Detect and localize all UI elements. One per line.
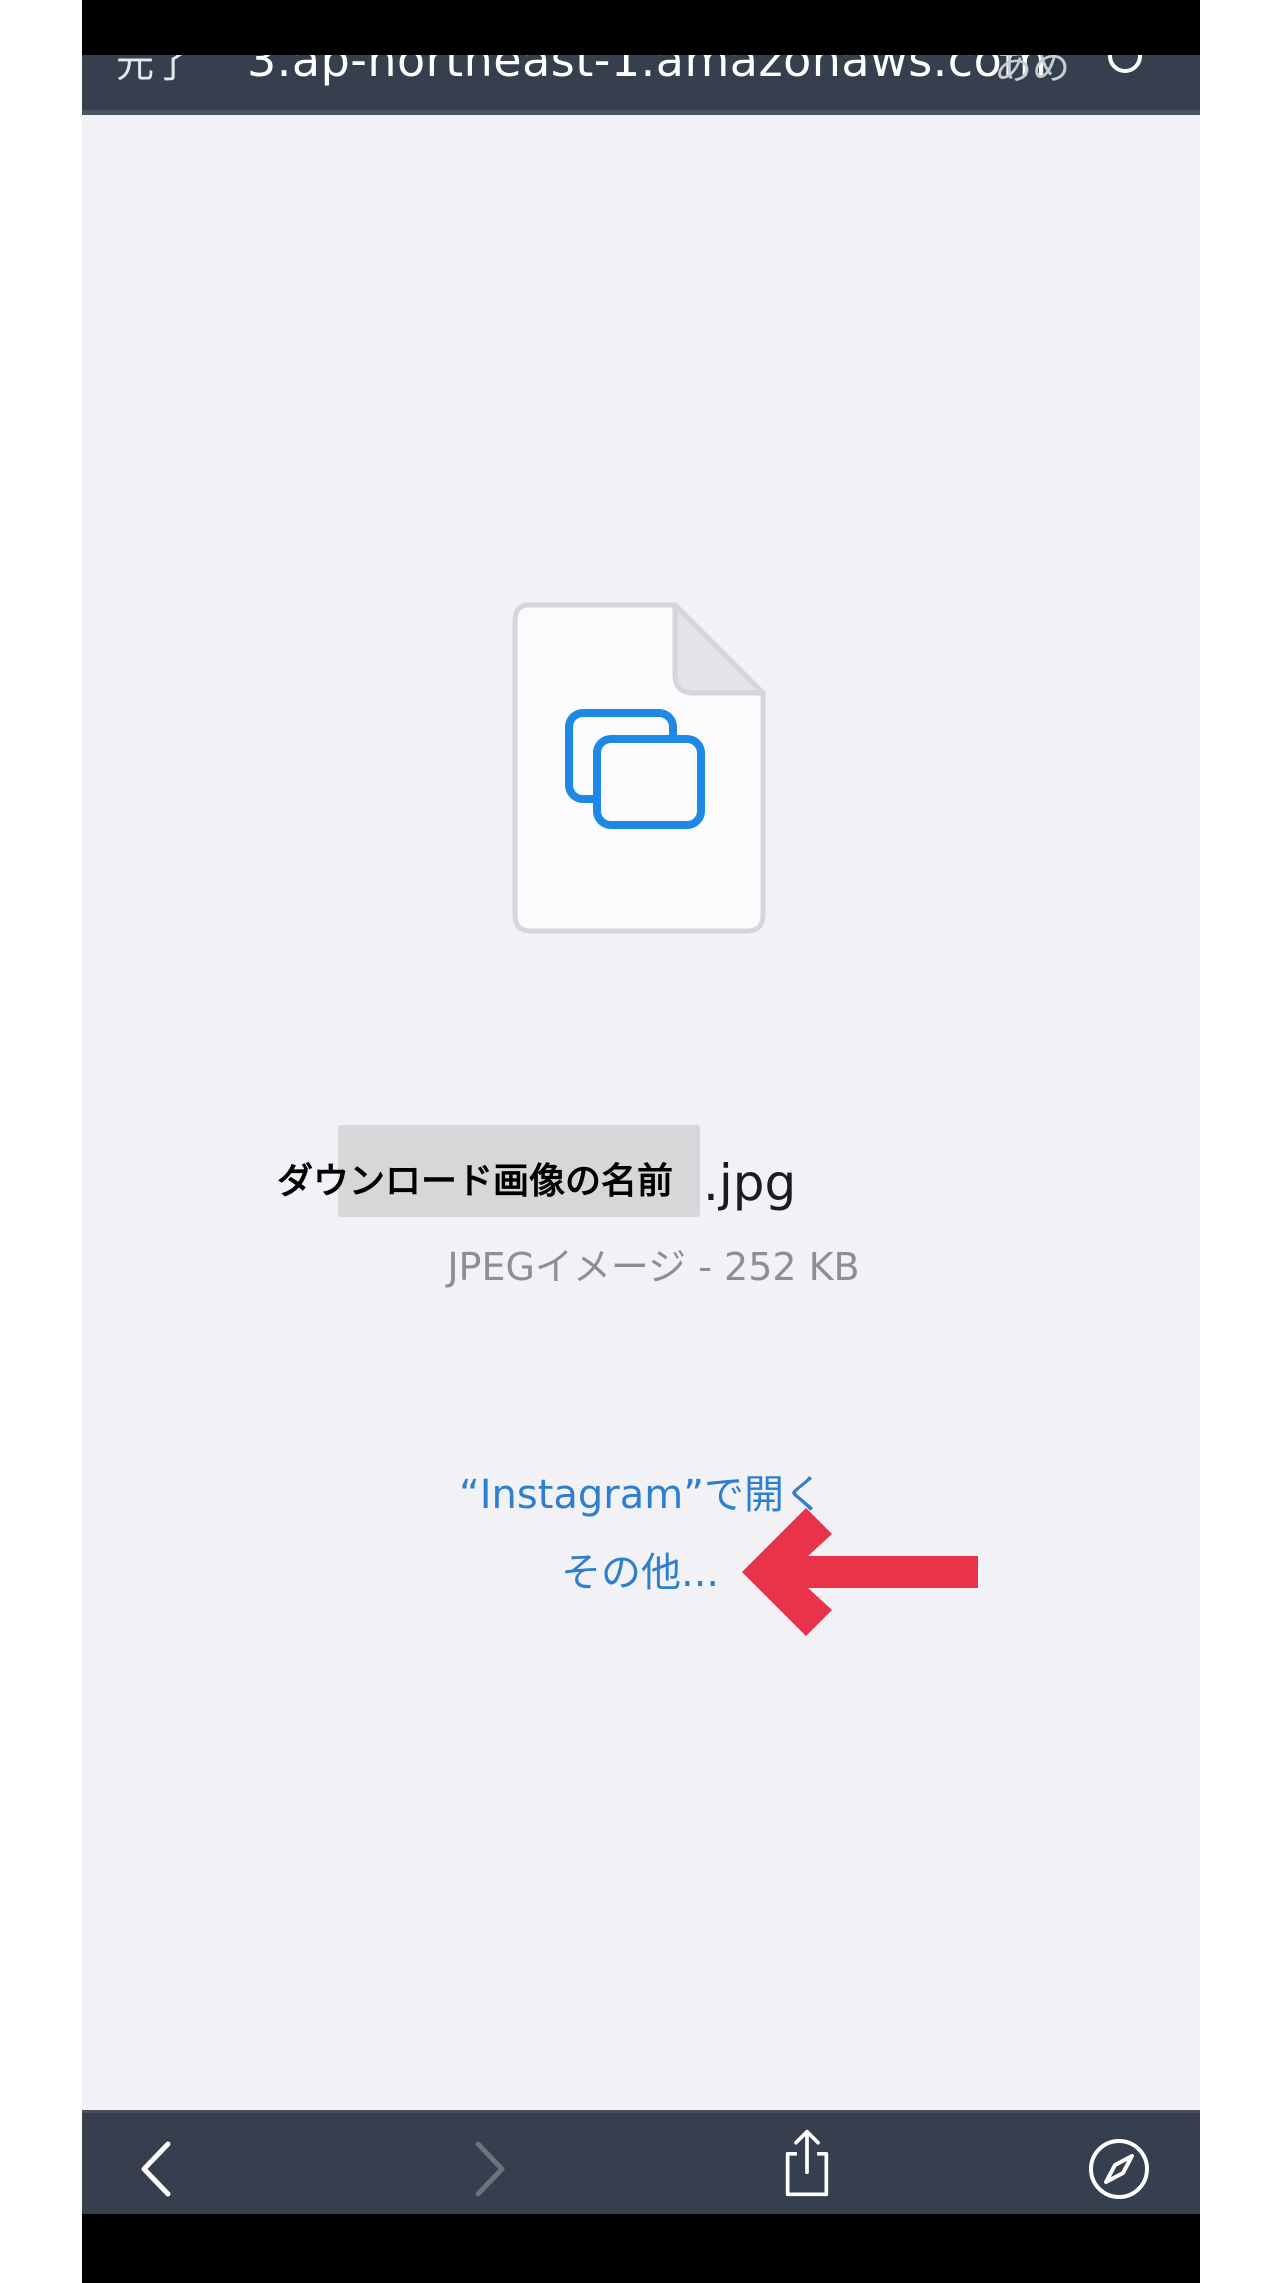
file-extension: .jpg — [703, 1154, 797, 1212]
chevron-left-icon[interactable] — [124, 2134, 194, 2204]
reader-button[interactable]: あめ — [994, 55, 1070, 90]
red-arrow-annotation — [742, 1508, 978, 1636]
more-options-button[interactable]: その他... — [561, 1540, 719, 1598]
address-bar-divider — [82, 110, 1200, 115]
home-indicator-area — [82, 2214, 1200, 2283]
file-name-row: ダウンロード画像の名前 .jpg — [82, 1118, 1200, 1228]
image-file-icon — [512, 602, 766, 934]
status-bar — [82, 0, 1200, 55]
text-size-button[interactable]: 元了 — [116, 55, 192, 88]
address-bar[interactable]: 元了 3.ap-northeast-1.amazonaws.com あめ — [82, 55, 1200, 115]
phone-screen: 元了 3.ap-northeast-1.amazonaws.com あめ ダウン… — [82, 0, 1200, 2283]
compass-icon[interactable] — [1084, 2134, 1154, 2204]
chevron-right-icon[interactable] — [452, 2134, 522, 2204]
toolbar-divider — [82, 2110, 1200, 2113]
url-host[interactable]: 3.ap-northeast-1.amazonaws.com — [247, 55, 1048, 87]
file-meta: JPEGイメージ - 252 KB — [447, 1245, 860, 1289]
bottom-toolbar — [82, 2110, 1200, 2214]
file-name-label: ダウンロード画像の名前 — [277, 1161, 674, 1202]
share-icon[interactable] — [772, 2128, 842, 2198]
reload-icon[interactable] — [1108, 55, 1142, 73]
